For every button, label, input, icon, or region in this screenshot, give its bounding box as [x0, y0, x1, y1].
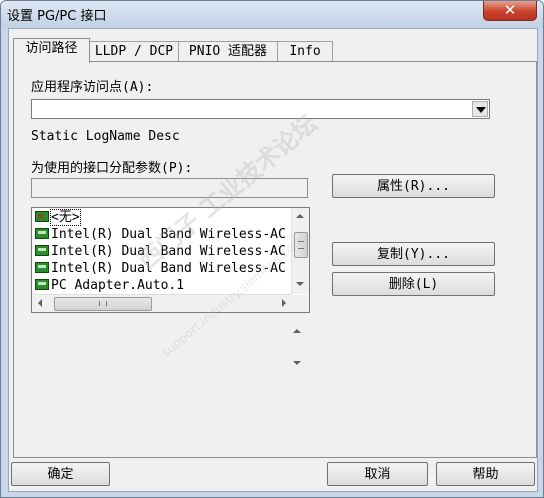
- list-item[interactable]: Intel(R) Dual Band Wireless-AC: [35, 226, 286, 243]
- scroll-up-icon[interactable]: [293, 329, 301, 333]
- list-item[interactable]: PC Adapter.Auto.1: [35, 277, 184, 294]
- delete-button[interactable]: 删除(L): [332, 272, 495, 296]
- dialog-window: 设置 PG/PC 接口 ✕ 访问路径 LLDP / DCP PNIO 适配器 I…: [0, 0, 544, 498]
- scroll-down-icon[interactable]: [296, 282, 304, 286]
- scroll-left-icon[interactable]: [38, 299, 42, 307]
- no-interface-icon: [35, 208, 49, 225]
- horizontal-scroll-thumb[interactable]: [54, 297, 152, 311]
- cancel-button[interactable]: 取消: [327, 462, 428, 486]
- ok-button[interactable]: 确定: [11, 462, 110, 486]
- access-point-label: 应用程序访问点(A):: [31, 80, 154, 95]
- interface-list[interactable]: <无> Intel(R) Dual Band Wireless-AC Intel…: [31, 207, 310, 313]
- scroll-down-icon[interactable]: [293, 361, 301, 365]
- help-button[interactable]: 帮助: [436, 462, 535, 486]
- tab-lldp-dcp[interactable]: LLDP / DCP: [89, 41, 179, 62]
- horizontal-scrollbar[interactable]: [32, 294, 292, 312]
- vertical-scrollbar[interactable]: [291, 208, 309, 294]
- list-item[interactable]: <无>: [35, 208, 81, 226]
- network-adapter-icon: [35, 262, 49, 273]
- vertical-scroll-thumb[interactable]: [294, 232, 308, 258]
- list-item-text: Intel(R) Dual Band Wireless-AC: [51, 261, 286, 276]
- tab-access-path[interactable]: 访问路径: [13, 38, 90, 63]
- chevron-down-icon[interactable]: [472, 101, 488, 117]
- window-title: 设置 PG/PC 接口: [7, 9, 107, 24]
- list-item[interactable]: Intel(R) Dual Band Wireless-AC: [35, 260, 286, 277]
- tab-pnio-adapter[interactable]: PNIO 适配器: [178, 41, 278, 62]
- network-adapter-icon: [35, 279, 49, 290]
- interface-label: 为使用的接口分配参数(P):: [31, 161, 193, 176]
- access-point-dropdown[interactable]: [31, 99, 490, 119]
- scroll-right-icon[interactable]: [282, 299, 286, 307]
- network-adapter-icon: [35, 228, 49, 239]
- spin-scroll[interactable]: [289, 325, 306, 371]
- tab-info[interactable]: Info: [277, 41, 333, 62]
- interface-field: [31, 178, 308, 198]
- dialog-client-area: 访问路径 LLDP / DCP PNIO 适配器 Info 应用程序访问点(A)…: [8, 28, 538, 492]
- copy-button[interactable]: 复制(Y)...: [332, 242, 495, 266]
- scroll-up-icon[interactable]: [296, 214, 304, 218]
- list-item-text: Intel(R) Dual Band Wireless-AC: [51, 244, 286, 259]
- list-item-text: <无>: [50, 209, 81, 226]
- list-item[interactable]: Intel(R) Dual Band Wireless-AC: [35, 243, 286, 260]
- title-bar[interactable]: 设置 PG/PC 接口 ✕: [1, 1, 543, 27]
- logname-text: Static LogName Desc: [31, 129, 180, 144]
- network-adapter-icon: [35, 245, 49, 256]
- close-button[interactable]: ✕: [483, 1, 537, 21]
- list-item-text: PC Adapter.Auto.1: [51, 278, 185, 293]
- properties-button[interactable]: 属性(R)...: [332, 174, 495, 198]
- list-item-text: Intel(R) Dual Band Wireless-AC: [51, 227, 286, 242]
- scrollbar-corner: [292, 295, 309, 312]
